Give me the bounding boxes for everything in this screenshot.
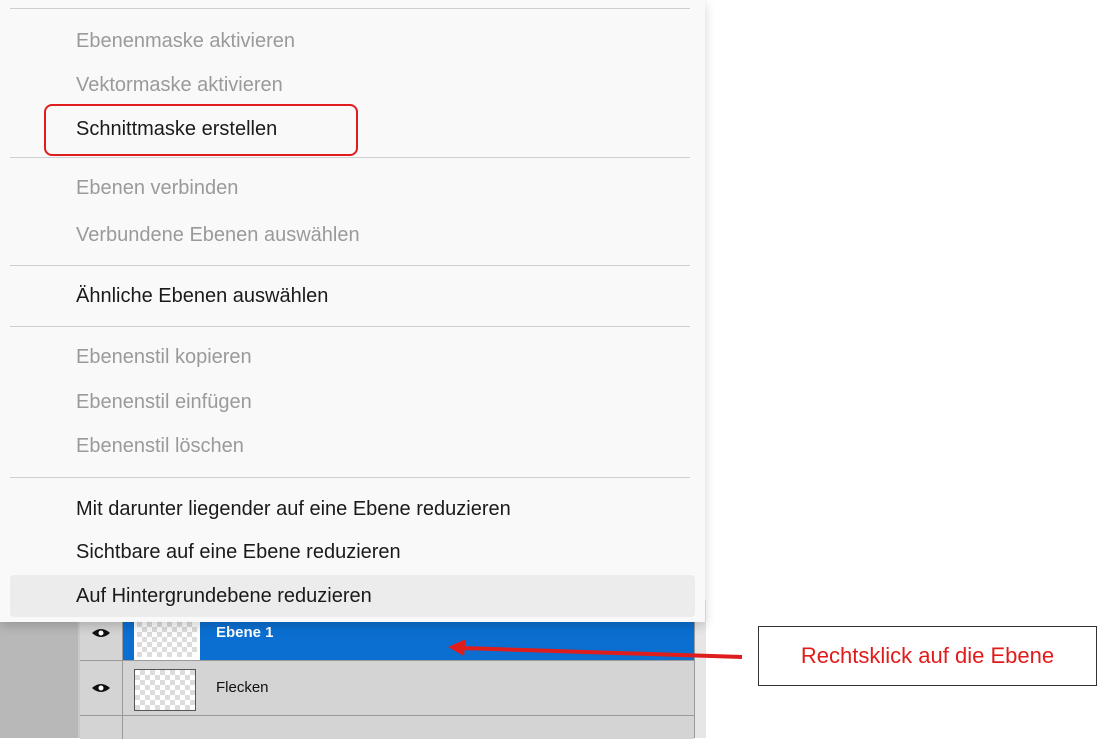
visibility-cell <box>80 716 123 739</box>
menu-item-aehnliche-ebenen-auswaehlen[interactable]: Ähnliche Ebenen auswählen <box>76 282 328 310</box>
annotation-arrow <box>448 640 743 659</box>
eye-icon <box>92 684 110 692</box>
menu-separator <box>10 477 690 478</box>
menu-item-vektormaske-aktivieren[interactable]: Vektormaske aktivieren <box>76 71 283 99</box>
menu-separator <box>10 157 690 158</box>
menu-item-ebenenmaske-aktivieren[interactable]: Ebenenmaske aktivieren <box>76 27 295 55</box>
context-menu: Ebenenmaske aktivieren Vektormaske aktiv… <box>0 0 705 622</box>
menu-item-auf-hintergrundebene-reduzieren[interactable]: Auf Hintergrundebene reduzieren <box>76 582 372 610</box>
highlight-frame <box>44 104 358 156</box>
annotation-label: Rechtsklick auf die Ebene <box>758 626 1097 686</box>
menu-separator <box>10 265 690 266</box>
layer-name: Flecken <box>216 679 269 696</box>
menu-item-ebenen-verbinden[interactable]: Ebenen verbinden <box>76 174 238 202</box>
layer-thumbnail <box>134 669 196 711</box>
menu-item-verbundene-ebenen-auswaehlen[interactable]: Verbundene Ebenen auswählen <box>76 221 360 249</box>
eye-icon <box>92 629 110 637</box>
menu-item-ebenenstil-loeschen[interactable]: Ebenenstil löschen <box>76 432 244 460</box>
menu-item-sichtbare-reduzieren[interactable]: Sichtbare auf eine Ebene reduzieren <box>76 538 401 566</box>
visibility-toggle[interactable] <box>80 661 123 715</box>
layer-row-partial <box>80 715 694 739</box>
menu-item-mit-darunter-liegender-reduzieren[interactable]: Mit darunter liegender auf eine Ebene re… <box>76 495 511 523</box>
menu-separator <box>10 326 690 327</box>
menu-separator <box>10 8 690 9</box>
menu-item-ebenenstil-einfuegen[interactable]: Ebenenstil einfügen <box>76 388 252 416</box>
menu-item-ebenenstil-kopieren[interactable]: Ebenenstil kopieren <box>76 343 252 371</box>
